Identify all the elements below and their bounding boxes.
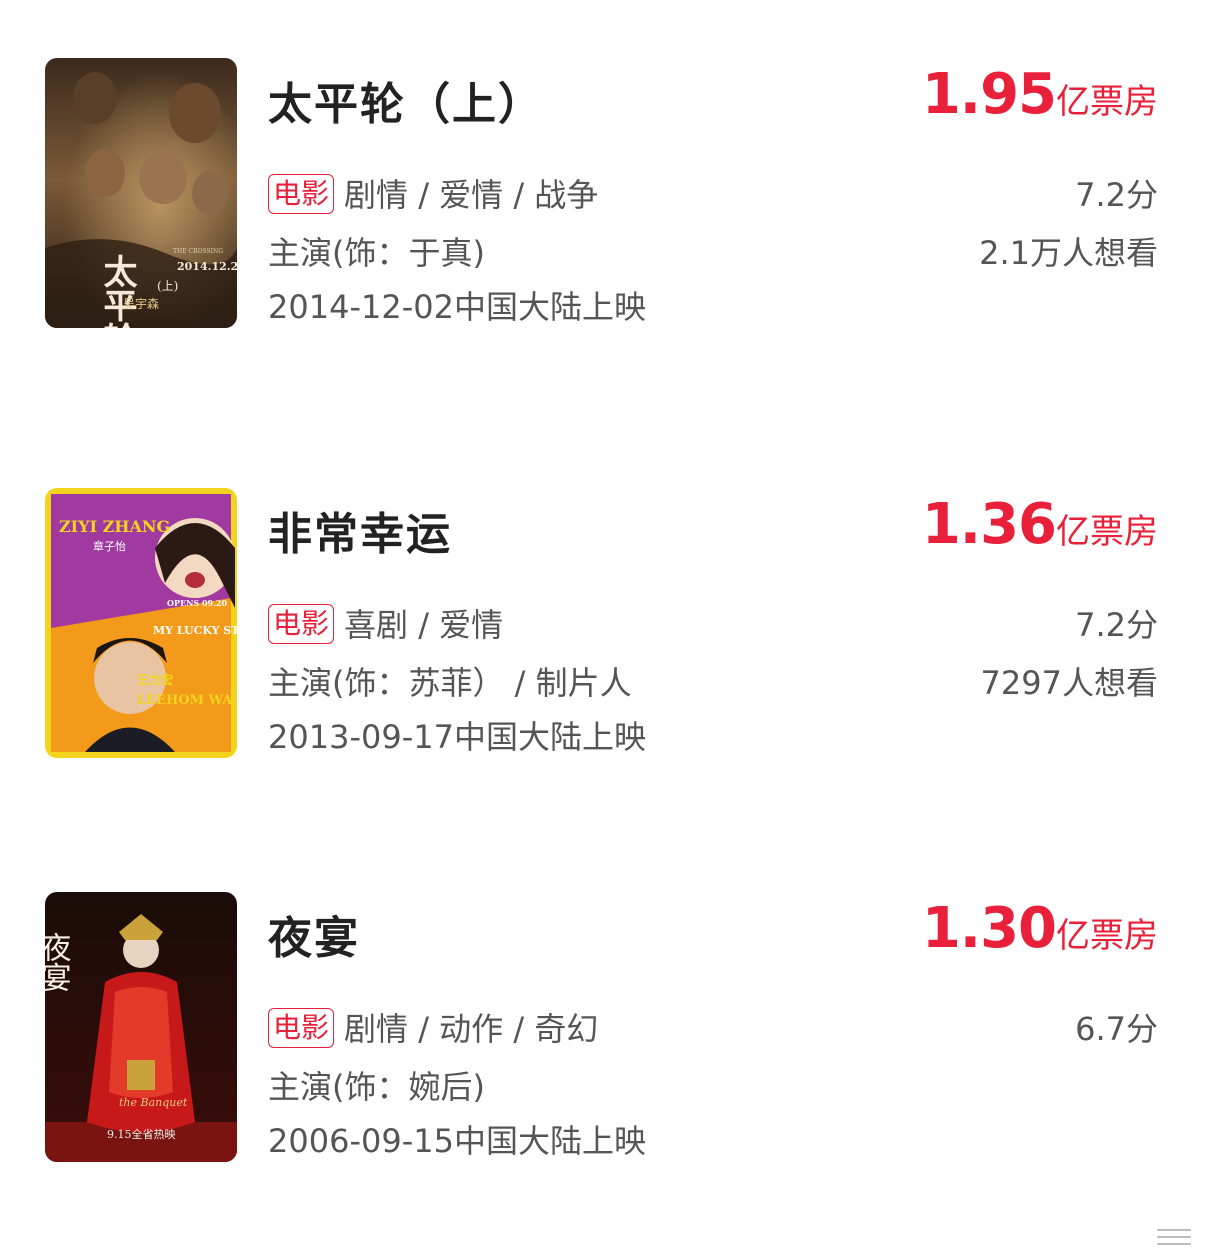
rating-text: 7.2分 (1075, 176, 1158, 214)
poster-leehom-text: LEEHOM WANG (137, 693, 237, 708)
box-office-number: 1.36 (921, 492, 1057, 557)
poster-title-cn-text: 夜宴 (45, 932, 72, 992)
poster-subtitle-text: (上) (157, 279, 178, 293)
box-office-unit: 亿票房 (1056, 916, 1158, 956)
movie-poster[interactable]: 夜宴 the Banquet 9.15全省热映 (45, 892, 237, 1162)
box-office: 1.95亿票房 (922, 62, 1158, 127)
movie-tag: 电影 (268, 1008, 335, 1048)
want-count-text: 2.1万人想看 (979, 234, 1158, 272)
poster-date-text: 2014.12.2 (177, 260, 237, 273)
movie-poster[interactable]: ZIYI ZHANG 章子怡 OPENS 09.20 MY LUCKY STAR… (45, 488, 237, 758)
box-office-number: 1.30 (921, 896, 1057, 961)
rating-text: 7.2分 (1075, 606, 1158, 644)
genre-line: 电影 剧情 / 动作 / 奇幻 (268, 1004, 598, 1050)
movie-poster[interactable]: 太平轮 (上) 2014.12.2 THE CROSSING 吴宇森 (45, 58, 237, 328)
movie-title: 非常幸运 (268, 509, 452, 560)
release-text: 2006-09-15中国大陆上映 (268, 1122, 646, 1160)
movie-item-3[interactable]: 夜宴 the Banquet 9.15全省热映 夜宴 1.30亿票房 电影 剧情 … (0, 892, 1206, 1172)
movie-title: 太平轮（上） (268, 79, 544, 130)
genre-line: 电影 喜剧 / 爱情 (268, 600, 503, 646)
weibo-watermark-icon (1157, 1229, 1191, 1245)
movie-item-1[interactable]: 太平轮 (上) 2014.12.2 THE CROSSING 吴宇森 太平轮（上… (0, 58, 1206, 338)
movie-item-2[interactable]: ZIYI ZHANG 章子怡 OPENS 09.20 MY LUCKY STAR… (0, 488, 1206, 768)
movie-title: 夜宴 (268, 913, 360, 964)
poster-wang-text: 王力宏 (137, 672, 173, 687)
poster-title-en-text: MY LUCKY STAR (153, 624, 237, 637)
poster-title-text: 太平轮 (97, 254, 137, 328)
release-text: 2013-09-17中国大陆上映 (268, 718, 646, 756)
movie-tag: 电影 (268, 174, 335, 214)
poster-date-text: 9.15全省热映 (107, 1127, 176, 1141)
box-office-unit: 亿票房 (1056, 82, 1158, 122)
genres-text: 剧情 / 动作 / 奇幻 (344, 1010, 599, 1048)
box-office-number: 1.95 (921, 62, 1057, 127)
box-office: 1.36亿票房 (922, 492, 1158, 557)
poster-title-en-text: the Banquet (119, 1096, 188, 1109)
role-text: 主演(饰：婉后) (268, 1068, 485, 1106)
genres-text: 喜剧 / 爱情 (344, 606, 504, 644)
genre-line: 电影 剧情 / 爱情 / 战争 (268, 170, 598, 216)
role-text: 主演(饰：于真) (268, 234, 485, 272)
genres-text: 剧情 / 爱情 / 战争 (344, 176, 599, 214)
release-text: 2014-12-02中国大陆上映 (268, 288, 646, 326)
poster-ziyi-text: ZIYI ZHANG (59, 517, 170, 536)
box-office-unit: 亿票房 (1056, 512, 1158, 552)
role-text: 主演(饰：苏菲） / 制片人 (268, 664, 632, 702)
movie-tag: 电影 (268, 604, 335, 644)
rating-text: 6.7分 (1075, 1010, 1158, 1048)
poster-english-text: THE CROSSING (173, 248, 223, 255)
want-count-text: 7297人想看 (980, 664, 1158, 702)
poster-opens-text: OPENS 09.20 (167, 598, 227, 608)
poster-director-text: 吴宇森 (123, 296, 159, 311)
box-office: 1.30亿票房 (922, 896, 1158, 961)
poster-ziyi-cn-text: 章子怡 (93, 539, 126, 553)
